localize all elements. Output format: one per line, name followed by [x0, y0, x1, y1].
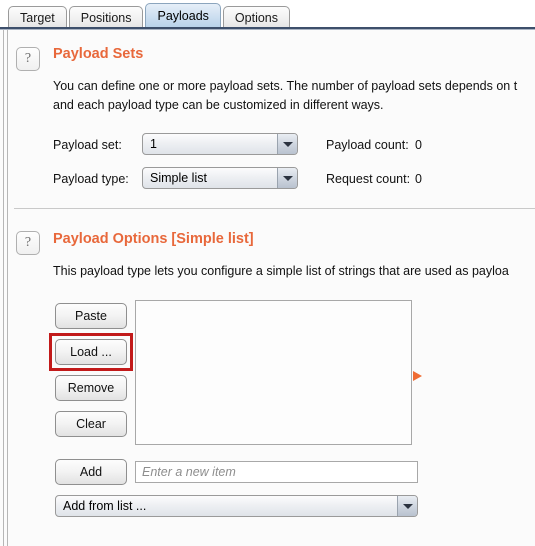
payload-type-value: Simple list [150, 171, 207, 185]
load-button[interactable]: Load ... [55, 339, 127, 365]
panel-left-border-outer [3, 30, 4, 546]
remove-button[interactable]: Remove [55, 375, 127, 401]
tab-target[interactable]: Target [8, 6, 67, 28]
new-item-input[interactable]: Enter a new item [135, 461, 418, 483]
payload-options-description: This payload type lets you configure a s… [53, 264, 509, 278]
chevron-down-icon[interactable] [277, 134, 297, 154]
tab-positions[interactable]: Positions [68, 6, 144, 28]
request-count-value: 0 [415, 172, 422, 186]
tab-payloads[interactable]: Payloads [145, 3, 221, 27]
payload-type-dropdown[interactable]: Simple list [142, 167, 298, 189]
add-from-list-dropdown[interactable]: Add from list ... [55, 495, 418, 517]
payload-set-dropdown[interactable]: 1 [142, 133, 298, 155]
payload-sets-description-line-2: and each payload type can be customized … [53, 98, 384, 112]
add-button[interactable]: Add [55, 459, 127, 485]
payload-set-label: Payload set: [53, 138, 122, 152]
section-divider [14, 208, 535, 209]
request-count-label: Request count: [326, 172, 411, 186]
payload-set-value: 1 [150, 137, 157, 151]
payload-sets-title: Payload Sets [53, 46, 144, 62]
chevron-down-icon[interactable] [277, 168, 297, 188]
expand-arrow-icon[interactable] [413, 371, 422, 381]
tab-strip: Target Positions Payloads Options [0, 0, 535, 29]
tab-options[interactable]: Options [222, 6, 291, 28]
payload-options-help-icon[interactable]: ? [16, 231, 40, 255]
payload-sets-description-line-1: You can define one or more payload sets.… [53, 79, 518, 93]
add-from-list-value: Add from list ... [63, 499, 147, 513]
paste-button[interactable]: Paste [55, 303, 127, 329]
payload-count-label: Payload count: [326, 138, 409, 152]
payload-sets-help-icon[interactable]: ? [16, 47, 40, 71]
clear-button[interactable]: Clear [55, 411, 127, 437]
payload-options-title: Payload Options [Simple list] [53, 231, 254, 247]
chevron-down-icon[interactable] [397, 496, 417, 516]
payload-list-box[interactable] [135, 300, 412, 445]
payload-type-label: Payload type: [53, 172, 129, 186]
panel-left-border-inner [7, 30, 8, 546]
tab-list: Target Positions Payloads Options [8, 3, 292, 28]
payload-count-value: 0 [415, 138, 422, 152]
new-item-placeholder: Enter a new item [142, 465, 236, 479]
